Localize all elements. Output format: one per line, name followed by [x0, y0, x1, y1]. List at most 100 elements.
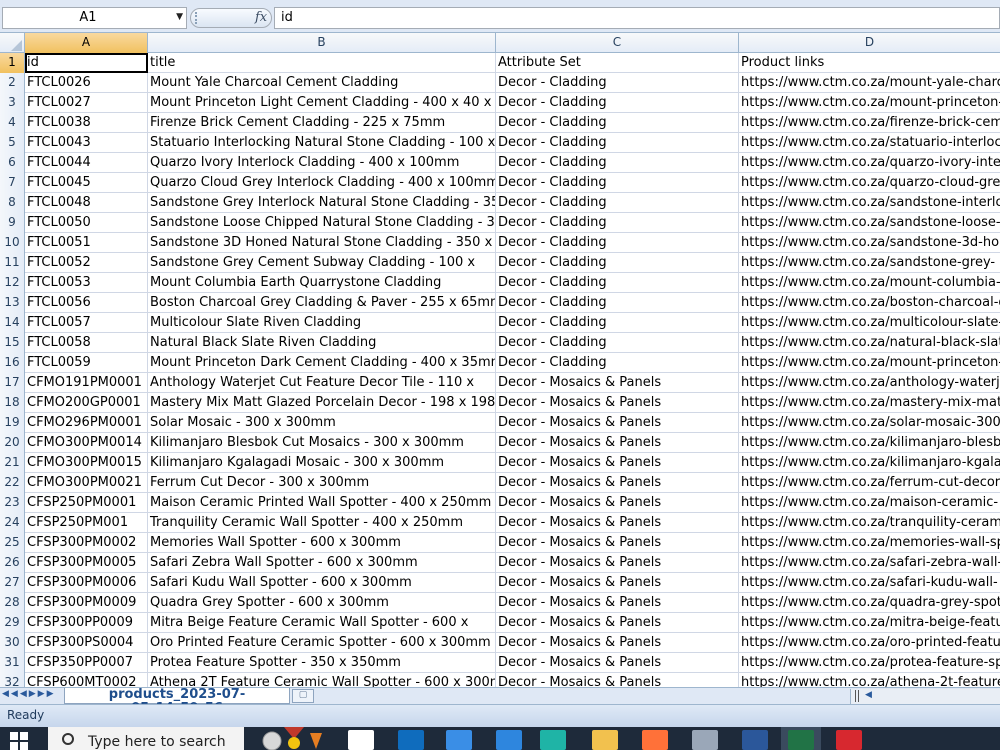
cell-c[interactable]: Decor - Mosaics & Panels — [496, 593, 739, 613]
cell-a[interactable]: FTCL0059 — [25, 353, 148, 373]
column-header-c[interactable]: C — [496, 33, 739, 53]
row-header[interactable]: 10 — [0, 233, 25, 253]
cell-d[interactable]: https://www.ctm.co.za/mount-yale-charc — [739, 73, 1000, 93]
row-header[interactable]: 6 — [0, 153, 25, 173]
cell-d[interactable]: https://www.ctm.co.za/mount-columbia-e — [739, 273, 1000, 293]
cell-d[interactable]: https://www.ctm.co.za/sandstone-3d-hor — [739, 233, 1000, 253]
cell-c[interactable]: Decor - Mosaics & Panels — [496, 433, 739, 453]
cell-d[interactable]: https://www.ctm.co.za/statuario-interloc… — [739, 133, 1000, 153]
cell-c[interactable]: Decor - Cladding — [496, 273, 739, 293]
cell-a[interactable]: FTCL0053 — [25, 273, 148, 293]
row-header[interactable]: 11 — [0, 253, 25, 273]
cell-c[interactable]: Decor - Mosaics & Panels — [496, 493, 739, 513]
cell-a[interactable]: id — [25, 53, 148, 73]
cell-a[interactable]: CFMO300PM0021 — [25, 473, 148, 493]
cell-c[interactable]: Decor - Mosaics & Panels — [496, 413, 739, 433]
cell-b[interactable]: Sandstone Grey Cement Subway Cladding - … — [148, 253, 496, 273]
cell-b[interactable]: Kilimanjaro Blesbok Cut Mosaics - 300 x … — [148, 433, 496, 453]
cell-a[interactable]: FTCL0058 — [25, 333, 148, 353]
store-icon[interactable] — [446, 730, 472, 750]
cell-c[interactable]: Decor - Cladding — [496, 73, 739, 93]
taskbar-search-box[interactable]: Type here to search — [48, 727, 244, 750]
cell-a[interactable]: FTCL0038 — [25, 113, 148, 133]
insert-function-button[interactable]: fx — [255, 10, 267, 25]
cell-d[interactable]: https://www.ctm.co.za/kilimanjaro-blesb — [739, 433, 1000, 453]
cell-b[interactable]: Safari Kudu Wall Spotter - 600 x 300mm — [148, 573, 496, 593]
cell-b[interactable]: Solar Mosaic - 300 x 300mm — [148, 413, 496, 433]
cell-a[interactable]: CFSP300PM0006 — [25, 573, 148, 593]
row-header[interactable]: 30 — [0, 633, 25, 653]
cell-c[interactable]: Decor - Mosaics & Panels — [496, 533, 739, 553]
cell-c[interactable]: Decor - Mosaics & Panels — [496, 573, 739, 593]
cell-d[interactable]: https://www.ctm.co.za/protea-feature-sp — [739, 653, 1000, 673]
cell-b[interactable]: Anthology Waterjet Cut Feature Decor Til… — [148, 373, 496, 393]
cell-a[interactable]: FTCL0043 — [25, 133, 148, 153]
cell-a[interactable]: FTCL0027 — [25, 93, 148, 113]
cell-c[interactable]: Decor - Mosaics & Panels — [496, 673, 739, 687]
cell-a[interactable]: FTCL0048 — [25, 193, 148, 213]
cell-c[interactable]: Decor - Cladding — [496, 313, 739, 333]
cell-b[interactable]: Oro Printed Feature Ceramic Spotter - 60… — [148, 633, 496, 653]
cell-d[interactable]: https://www.ctm.co.za/natural-black-slat — [739, 333, 1000, 353]
name-box[interactable]: A1 ▼ — [2, 7, 187, 29]
cell-c[interactable]: Decor - Mosaics & Panels — [496, 453, 739, 473]
row-header[interactable]: 19 — [0, 413, 25, 433]
cell-a[interactable]: CFMO200GP0001 — [25, 393, 148, 413]
cell-b[interactable]: Mount Columbia Earth Quarrystone Claddin… — [148, 273, 496, 293]
cell-c[interactable]: Decor - Cladding — [496, 93, 739, 113]
cell-c[interactable]: Decor - Cladding — [496, 253, 739, 273]
cell-a[interactable]: CFSP300PP0009 — [25, 613, 148, 633]
cell-d[interactable]: https://www.ctm.co.za/sandstone-loose- — [739, 213, 1000, 233]
cell-d[interactable]: https://www.ctm.co.za/anthology-waterje — [739, 373, 1000, 393]
row-header[interactable]: 28 — [0, 593, 25, 613]
cell-c[interactable]: Decor - Cladding — [496, 293, 739, 313]
cell-c[interactable]: Decor - Cladding — [496, 193, 739, 213]
row-header[interactable]: 21 — [0, 453, 25, 473]
column-header-a[interactable]: A — [25, 33, 148, 53]
cell-d[interactable]: https://www.ctm.co.za/kilimanjaro-kgalag — [739, 453, 1000, 473]
row-header[interactable]: 24 — [0, 513, 25, 533]
word-icon[interactable] — [742, 730, 768, 750]
cell-d[interactable]: https://www.ctm.co.za/safari-zebra-wall- — [739, 553, 1000, 573]
cell-a[interactable]: CFSP300PM0002 — [25, 533, 148, 553]
cell-c[interactable]: Decor - Cladding — [496, 133, 739, 153]
row-header[interactable]: 17 — [0, 373, 25, 393]
column-header-b[interactable]: B — [148, 33, 496, 53]
firefox-icon[interactable] — [642, 730, 668, 750]
row-header[interactable]: 7 — [0, 173, 25, 193]
excel-icon[interactable] — [788, 730, 814, 750]
cell-b[interactable]: Sandstone 3D Honed Natural Stone Claddin… — [148, 233, 496, 253]
cell-b[interactable]: Sandstone Loose Chipped Natural Stone Cl… — [148, 213, 496, 233]
cell-d[interactable]: https://www.ctm.co.za/ferrum-cut-decor- — [739, 473, 1000, 493]
row-header[interactable]: 20 — [0, 433, 25, 453]
cell-c[interactable]: Attribute Set — [496, 53, 739, 73]
cell-a[interactable]: CFSP250PM001 — [25, 513, 148, 533]
horizontal-scrollbar[interactable]: ◀ — [850, 689, 1000, 704]
edge-icon[interactable] — [540, 730, 566, 750]
cell-a[interactable]: FTCL0051 — [25, 233, 148, 253]
cell-b[interactable]: Natural Black Slate Riven Cladding — [148, 333, 496, 353]
cell-a[interactable]: CFSP300PM0009 — [25, 593, 148, 613]
row-header[interactable]: 12 — [0, 273, 25, 293]
cell-d[interactable]: https://www.ctm.co.za/firenze-brick-cem — [739, 113, 1000, 133]
cell-c[interactable]: Decor - Mosaics & Panels — [496, 653, 739, 673]
cell-d[interactable]: https://www.ctm.co.za/sandstone-interlo — [739, 193, 1000, 213]
cell-b[interactable]: Mastery Mix Matt Glazed Porcelain Decor … — [148, 393, 496, 413]
cell-d[interactable]: https://www.ctm.co.za/boston-charcoal-g — [739, 293, 1000, 313]
row-header[interactable]: 23 — [0, 493, 25, 513]
mail-icon[interactable] — [398, 730, 424, 750]
sheet-nav-arrows-icon[interactable]: ◀◀◀▶▶▶ — [2, 689, 62, 704]
cell-d[interactable]: https://www.ctm.co.za/quarzo-cloud-grey — [739, 173, 1000, 193]
cell-d[interactable]: Product links — [739, 53, 1000, 73]
cell-b[interactable]: Firenze Brick Cement Cladding - 225 x 75… — [148, 113, 496, 133]
cell-d[interactable]: https://www.ctm.co.za/safari-kudu-wall- — [739, 573, 1000, 593]
photos-icon[interactable] — [496, 730, 522, 750]
insert-sheet-icon[interactable]: ▢ — [292, 689, 314, 703]
cell-d[interactable]: https://www.ctm.co.za/mitra-beige-featu — [739, 613, 1000, 633]
chevron-down-icon[interactable]: ▼ — [176, 12, 183, 22]
cell-a[interactable]: FTCL0050 — [25, 213, 148, 233]
row-header[interactable]: 32 — [0, 673, 25, 687]
cell-d[interactable]: https://www.ctm.co.za/mastery-mix-matt — [739, 393, 1000, 413]
cell-b[interactable]: Mount Princeton Dark Cement Cladding - 4… — [148, 353, 496, 373]
cell-a[interactable]: CFMO296PM0001 — [25, 413, 148, 433]
